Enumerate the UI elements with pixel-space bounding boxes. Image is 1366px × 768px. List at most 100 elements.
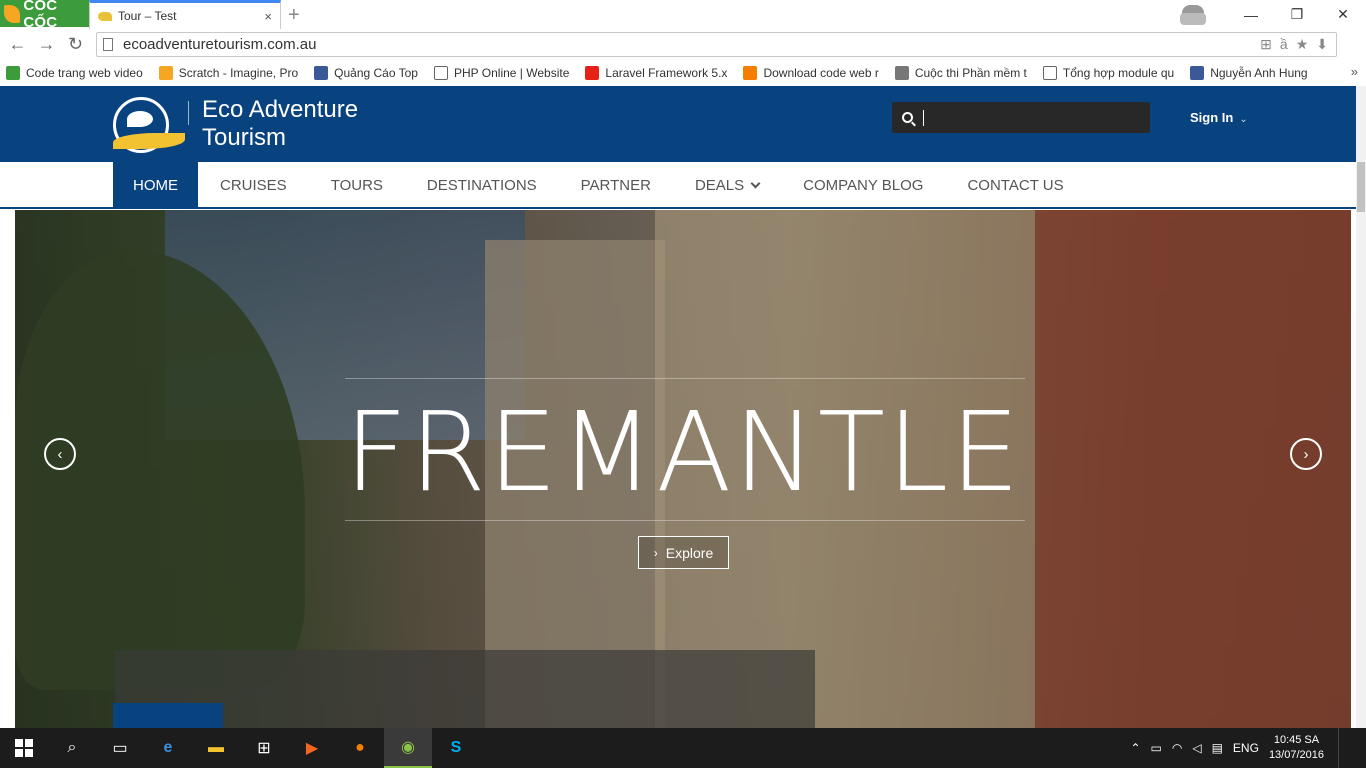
bookmark-label: PHP Online | Website bbox=[453, 66, 570, 80]
clock[interactable]: 10:45 SA 13/07/2016 bbox=[1269, 733, 1324, 763]
nav-item-cruises[interactable]: CRUISES bbox=[198, 162, 309, 208]
nav-item-label: CRUISES bbox=[220, 176, 287, 194]
search-icon[interactable]: ⌕ bbox=[48, 728, 96, 768]
store-icon[interactable]: ⊞ bbox=[240, 728, 288, 768]
language-indicator[interactable]: ENG bbox=[1233, 741, 1259, 755]
bookmark-favicon-icon bbox=[1042, 66, 1057, 80]
nav-item-label: DESTINATIONS bbox=[426, 176, 537, 194]
tab-close-icon[interactable]: × bbox=[264, 9, 272, 24]
close-window-button[interactable]: ✕ bbox=[1320, 6, 1366, 23]
firefox-icon[interactable]: ● bbox=[336, 728, 384, 768]
nav-list: HOME CRUISES TOURS DESTINATIONS PARTNER DEALS… bbox=[113, 162, 1086, 208]
windows-taskbar: ⌕ ▭ e ▬ ⊞ ▶ ● ◉ S ⌃ ▭ ◠ ◁ ▤ ENG 10:45 SA… bbox=[0, 728, 1366, 768]
site-search-box bbox=[892, 102, 1150, 133]
bookmark-favicon-icon bbox=[1190, 66, 1205, 80]
site-search-input[interactable] bbox=[923, 109, 1133, 126]
volume-icon[interactable]: ◁ bbox=[1192, 741, 1201, 755]
bookmark-item[interactable]: Download code web r bbox=[743, 66, 879, 80]
incognito-icon bbox=[1178, 3, 1208, 27]
chevron-right-icon: › bbox=[653, 545, 658, 560]
clock-date: 13/07/2016 bbox=[1268, 749, 1324, 761]
nav-item-label: COMPANY BLOG bbox=[803, 176, 924, 194]
coccoc-leaf-icon bbox=[4, 4, 21, 23]
explore-button[interactable]: › Explore bbox=[638, 536, 729, 569]
coccoc-taskbar-icon[interactable]: ◉ bbox=[384, 728, 432, 768]
translate-icon[interactable]: ⊞ bbox=[1260, 36, 1272, 53]
start-button[interactable] bbox=[0, 728, 48, 768]
chevron-down-icon: ⌄ bbox=[1239, 114, 1248, 125]
bookmark-favicon-icon bbox=[743, 66, 758, 80]
typing-icon[interactable]: ầ bbox=[1280, 36, 1288, 53]
address-bar[interactable]: ecoadventuretourism.com.au ⊞ ầ ★ ⬇ bbox=[96, 32, 1337, 57]
slider-next-button[interactable]: › bbox=[1290, 438, 1322, 470]
logo-divider bbox=[188, 101, 189, 125]
site-logo[interactable] bbox=[113, 97, 185, 153]
back-arrow-icon[interactable]: ← bbox=[3, 34, 32, 55]
reload-icon[interactable]: ↻ bbox=[61, 34, 90, 55]
bookmark-item[interactable]: Tổng hợp module qu bbox=[1042, 66, 1175, 80]
skype-icon[interactable]: S bbox=[432, 728, 480, 768]
windows-logo-icon bbox=[15, 739, 33, 757]
bookmarks-overflow-icon[interactable]: » bbox=[1351, 64, 1358, 79]
hero-divider bbox=[345, 378, 1025, 379]
nav-item-contact-us[interactable]: CONTACT US bbox=[945, 162, 1085, 208]
site-header: Eco Adventure Tourism Sign In ⌄ bbox=[0, 86, 1366, 162]
bookmark-item[interactable]: Cuộc thi Phần mềm t bbox=[894, 66, 1027, 80]
battery-icon[interactable]: ▭ bbox=[1151, 741, 1162, 755]
restore-button[interactable]: ❐ bbox=[1274, 6, 1320, 23]
bookmarks-bar: Code trang web video Scratch - Imagine, P… bbox=[0, 60, 1366, 86]
file-explorer-icon[interactable]: ▬ bbox=[192, 728, 240, 768]
main-navigation: HOME CRUISES TOURS DESTINATIONS PARTNER DEALS… bbox=[0, 162, 1356, 209]
bookmark-item[interactable]: Quảng Cáo Top bbox=[314, 66, 418, 80]
show-desktop-button[interactable] bbox=[1338, 728, 1366, 768]
nav-item-partner[interactable]: PARTNER bbox=[559, 162, 673, 208]
bookmark-item[interactable]: Laravel Framework 5.x bbox=[585, 66, 727, 80]
task-view-icon[interactable]: ▭ bbox=[96, 728, 144, 768]
message-icon[interactable]: ▤ bbox=[1212, 741, 1223, 755]
system-tray: ⌃ ▭ ◠ ◁ ▤ ENG 10:45 SA 13/07/2016 bbox=[1130, 728, 1366, 768]
brand-label: CỐC CỐC bbox=[23, 0, 58, 31]
nav-item-destinations[interactable]: DESTINATIONS bbox=[405, 162, 559, 208]
bookmark-label: Tổng hợp module qu bbox=[1062, 66, 1175, 80]
nav-item-deals[interactable]: DEALS bbox=[673, 162, 781, 208]
star-icon[interactable]: ★ bbox=[1296, 36, 1309, 53]
site-name[interactable]: Eco Adventure Tourism bbox=[202, 96, 358, 152]
chevron-up-icon[interactable]: ⌃ bbox=[1130, 741, 1140, 755]
bookmark-favicon-icon bbox=[585, 66, 600, 80]
explore-label: Explore bbox=[665, 544, 714, 561]
sign-in-menu[interactable]: Sign In ⌄ bbox=[1190, 110, 1248, 125]
scrollbar-thumb[interactable] bbox=[1357, 162, 1365, 212]
bookmark-item[interactable]: Code trang web video bbox=[6, 66, 143, 80]
download-page-icon[interactable]: ⬇ bbox=[1316, 36, 1328, 53]
nav-item-label: HOME bbox=[133, 176, 178, 194]
nav-item-tours[interactable]: TOURS bbox=[309, 162, 405, 208]
bookmark-item[interactable]: PHP Online | Website bbox=[433, 66, 570, 80]
minimize-button[interactable]: — bbox=[1228, 7, 1274, 23]
coccoc-logo[interactable]: CỐC CỐC bbox=[0, 0, 89, 31]
bookmark-favicon-icon bbox=[894, 66, 909, 80]
wifi-icon[interactable]: ◠ bbox=[1172, 741, 1182, 755]
bookmark-label: Cuộc thi Phần mềm t bbox=[914, 66, 1027, 80]
new-tab-button[interactable]: + bbox=[288, 4, 300, 27]
bookmark-label: Nguyễn Anh Hung bbox=[1210, 66, 1308, 80]
search-icon[interactable] bbox=[902, 112, 913, 123]
bookmark-item[interactable]: Scratch - Imagine, Pro bbox=[158, 66, 298, 80]
bookmark-label: Quảng Cáo Top bbox=[334, 66, 418, 80]
hero-divider bbox=[345, 520, 1025, 521]
nav-item-label: TOURS bbox=[330, 176, 383, 194]
bookmark-item[interactable]: Nguyễn Anh Hung bbox=[1190, 66, 1308, 80]
bookmark-favicon-icon bbox=[6, 66, 20, 80]
nav-item-company-blog[interactable]: COMPANY BLOG bbox=[781, 162, 945, 208]
page-scrollbar[interactable] bbox=[1356, 86, 1366, 728]
nav-item-home[interactable]: HOME bbox=[113, 162, 198, 208]
bookmark-favicon-icon bbox=[433, 66, 448, 80]
browser-toolbar: ← → ↻ ecoadventuretourism.com.au ⊞ ầ ★ ⬇ bbox=[0, 29, 1366, 60]
chevron-down-icon bbox=[750, 178, 761, 188]
edge-icon[interactable]: e bbox=[144, 728, 192, 768]
slider-prev-button[interactable]: ‹ bbox=[44, 438, 76, 470]
forward-arrow-icon[interactable]: → bbox=[32, 34, 61, 55]
browser-tab[interactable]: Tour – Test × bbox=[89, 0, 281, 29]
tab-title: Tour – Test bbox=[118, 9, 177, 23]
bookmark-label: Download code web r bbox=[763, 66, 879, 80]
media-player-icon[interactable]: ▶ bbox=[288, 728, 336, 768]
